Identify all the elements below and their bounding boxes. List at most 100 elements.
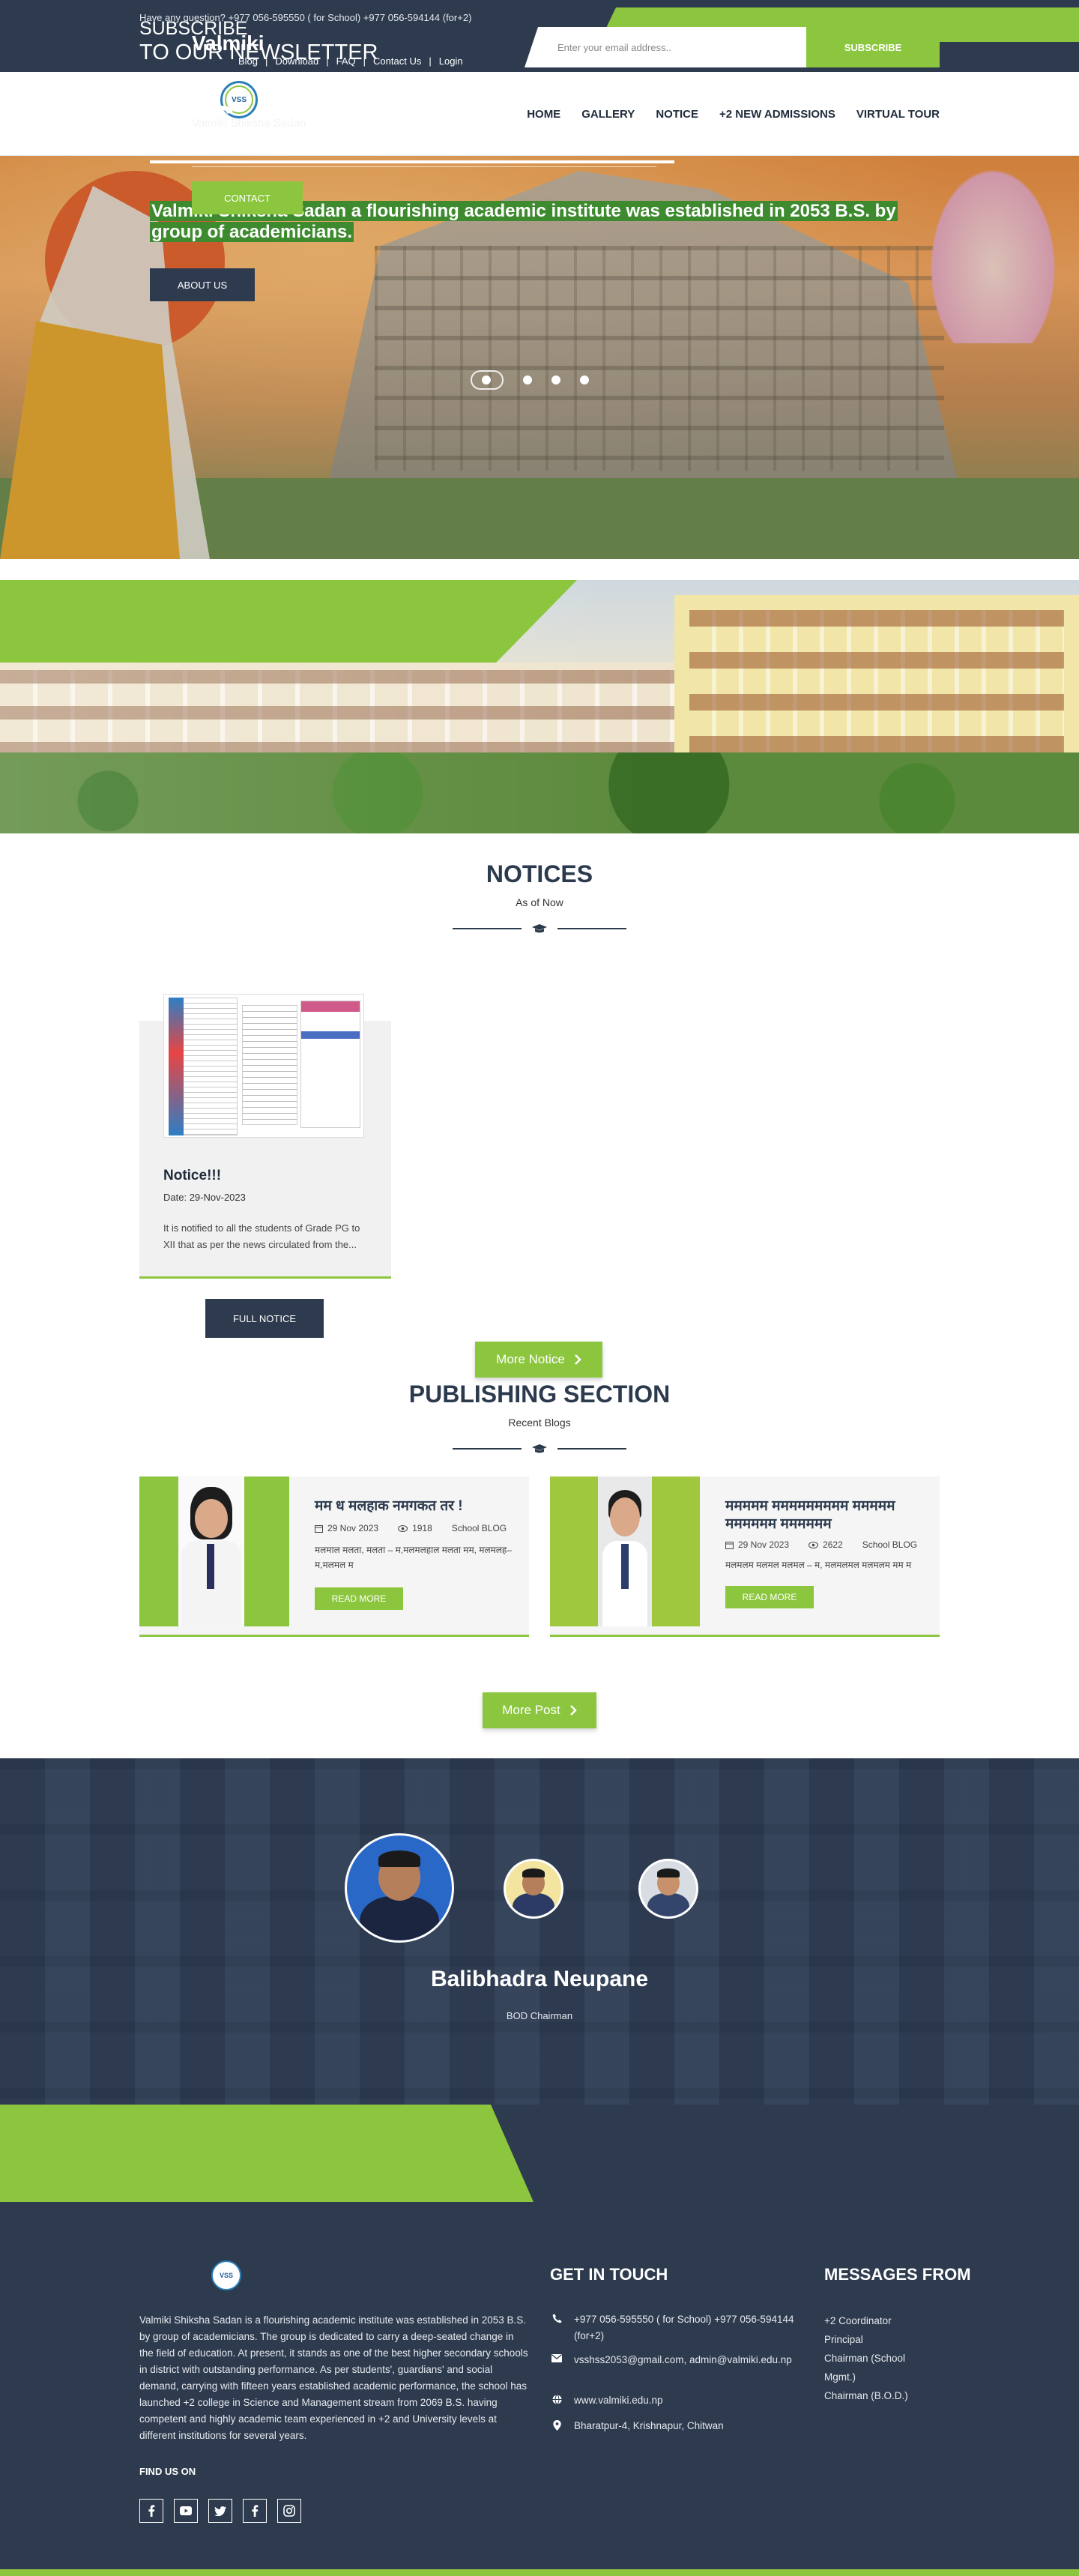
chevron-right-icon — [569, 1705, 577, 1716]
blog-category[interactable]: School BLOG — [862, 1539, 917, 1550]
contact-email: vsshss2053@gmail.com, admin@valmiki.edu.… — [550, 2352, 799, 2368]
about-subtitle: Valmiki Shiksha Sadan — [192, 117, 306, 130]
message-link-chairman-school[interactable]: Chairman (School Mgmt.) — [824, 2349, 929, 2386]
facebook-icon[interactable] — [243, 2499, 267, 2523]
blog-card: मम ध मलहाक नमगकत तर ! 29 Nov 2023 1918 S… — [139, 1476, 529, 1637]
read-more-button[interactable]: READ MORE — [315, 1587, 403, 1610]
blog-meta: 29 Nov 2023 1918 School BLOG — [315, 1523, 507, 1533]
social-links — [139, 2499, 301, 2523]
top-link-login[interactable]: Login — [439, 55, 463, 67]
blog-category[interactable]: School BLOG — [452, 1523, 507, 1533]
blog-excerpt: मलमलम मलमल मलमल – म, मलमलमल मलमलम मम म — [725, 1560, 912, 1570]
full-notice-button[interactable]: FULL NOTICE — [205, 1299, 324, 1338]
newsletter-email-input[interactable] — [525, 27, 808, 67]
map-pin-icon — [550, 2418, 563, 2434]
slider-dots — [471, 370, 589, 390]
blog-excerpt: मलमाल मलता, मलता – म,मलमलहाल मलता मम, मल… — [315, 1545, 512, 1570]
notice-date-value: 29-Nov-2023 — [189, 1192, 246, 1203]
publishing-title: PUBLISHING SECTION — [408, 1381, 671, 1408]
calendar-icon — [725, 1541, 734, 1549]
bod-member-name: Balibhadra Neupane — [430, 1967, 649, 1991]
hero-divider — [150, 160, 674, 163]
slider-dot-3[interactable] — [551, 375, 560, 384]
contact-address-text: Bharatpur-4, Krishnapur, Chitwan — [574, 2420, 724, 2431]
bod-member-role: BOD Chairman — [506, 2010, 573, 2021]
footer-accent-bar — [0, 2569, 1079, 2576]
subscribe-button[interactable]: SUBSCRIBE — [806, 27, 940, 67]
notice-title[interactable]: Notice!!! — [163, 1168, 221, 1184]
contact-button[interactable]: CONTACT — [192, 181, 303, 214]
top-link-contact[interactable]: Contact Us — [373, 55, 421, 67]
bod-member-avatar-active[interactable] — [345, 1833, 454, 1943]
chevron-right-icon — [574, 1354, 581, 1365]
bod-member-avatar[interactable] — [638, 1859, 698, 1919]
about-green-banner — [0, 580, 577, 663]
contact-phone: +977 056-595550 ( for School) +977 056-5… — [550, 2311, 799, 2344]
footer-about-text: Valmiki Shiksha Sadan is a flourishing a… — [139, 2314, 528, 2441]
notices-divider — [453, 923, 626, 934]
eye-icon — [398, 1524, 408, 1532]
more-post-label: More Post — [502, 1703, 560, 1717]
instagram-icon[interactable] — [277, 2499, 301, 2523]
phone-icon — [550, 2311, 563, 2344]
notices-subtitle: As of Now — [516, 896, 563, 908]
board-of-directors-section — [0, 1758, 1079, 2105]
contact-email-text[interactable]: vsshss2053@gmail.com, admin@valmiki.edu.… — [574, 2352, 799, 2368]
messages-heading: MESSAGES FROM — [824, 2265, 971, 2284]
globe-icon — [550, 2392, 563, 2409]
more-notice-label: More Notice — [496, 1352, 565, 1366]
nav-notice[interactable]: NOTICE — [656, 108, 698, 121]
facebook-icon[interactable] — [139, 2499, 163, 2523]
envelope-icon — [550, 2352, 563, 2368]
message-link-chairman-bod[interactable]: Chairman (B.O.D.) — [824, 2386, 908, 2405]
message-link-coordinator[interactable]: +2 Coordinator — [824, 2311, 892, 2330]
blog-title[interactable]: मम ध मलहाक नमगकत तर ! — [315, 1497, 526, 1515]
notice-thumbnail[interactable] — [163, 994, 364, 1138]
contact-website-text[interactable]: www.valmiki.edu.np — [574, 2392, 799, 2409]
publishing-subtitle: Recent Blogs — [508, 1417, 571, 1429]
newsletter-bar — [0, 2105, 1079, 2202]
blog-author-photo[interactable] — [550, 1476, 700, 1626]
blog-views: 2622 — [823, 1539, 843, 1550]
blog-date: 29 Nov 2023 — [327, 1523, 379, 1533]
blog-card: ममममम ममममममममम ममममम मममममम मममममम 29 N… — [550, 1476, 940, 1637]
about-us-button[interactable]: ABOUT US — [150, 268, 255, 301]
eye-icon — [809, 1541, 819, 1548]
notice-date-label: Date: — [163, 1192, 187, 1203]
find-us-label: FIND US ON — [139, 2466, 196, 2477]
about-divider — [192, 166, 656, 167]
newsletter-green-panel — [0, 2105, 534, 2202]
blog-author-photo[interactable] — [139, 1476, 289, 1626]
publishing-divider — [453, 1444, 626, 1454]
slider-dot-1[interactable] — [471, 370, 504, 390]
more-post-button[interactable]: More Post — [483, 1692, 596, 1728]
blog-date: 29 Nov 2023 — [738, 1539, 790, 1550]
more-notice-button[interactable]: More Notice — [475, 1342, 602, 1378]
youtube-icon[interactable] — [174, 2499, 198, 2523]
nav-gallery[interactable]: GALLERY — [581, 108, 635, 121]
blog-title[interactable]: ममममम ममममममममम ममममम मममममम मममममम — [725, 1497, 937, 1533]
read-more-button[interactable]: READ MORE — [725, 1586, 814, 1608]
nav-admissions[interactable]: +2 NEW ADMISSIONS — [719, 108, 835, 121]
graduation-cap-icon — [532, 924, 547, 933]
main-menu: HOME GALLERY NOTICE +2 NEW ADMISSIONS VI… — [527, 108, 940, 121]
twitter-icon[interactable] — [208, 2499, 232, 2523]
about-banner — [0, 580, 1079, 833]
slider-dot-4[interactable] — [580, 375, 589, 384]
separator: | — [429, 55, 432, 67]
message-link-principal[interactable]: Principal — [824, 2330, 863, 2349]
slider-dot-2[interactable] — [523, 375, 532, 384]
notice-excerpt: It is notified to all the students of Gr… — [163, 1222, 360, 1250]
contact-phone-text: +977 056-595550 ( for School) +977 056-5… — [574, 2314, 794, 2341]
bod-member-avatar[interactable] — [504, 1859, 563, 1919]
newsletter-heading-2: TO OUR NEWSLETTER — [139, 40, 378, 64]
newsletter-heading-1: SUBSCRIBE — [139, 18, 248, 39]
graduation-cap-icon — [532, 1444, 547, 1453]
notice-date: Date: 29-Nov-2023 — [163, 1192, 246, 1203]
nav-virtual-tour[interactable]: VIRTUAL TOUR — [856, 108, 940, 121]
nav-home[interactable]: HOME — [527, 108, 560, 121]
notices-title: NOTICES — [486, 860, 593, 887]
contact-heading: GET IN TOUCH — [550, 2265, 668, 2284]
contact-address: Bharatpur-4, Krishnapur, Chitwan — [550, 2418, 799, 2434]
footer-logo[interactable]: VSS — [211, 2260, 241, 2290]
